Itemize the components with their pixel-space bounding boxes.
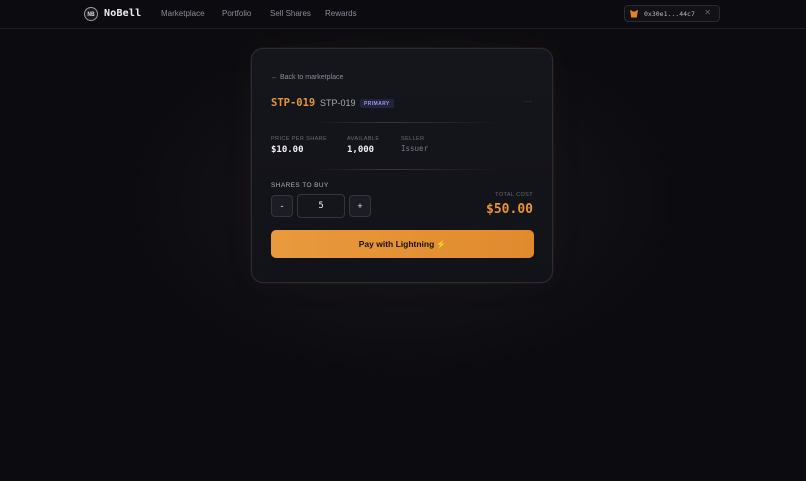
divider — [312, 122, 502, 123]
pay-button-label: Pay with Lightning — [358, 239, 435, 249]
nav-item-rewards[interactable]: Rewards — [325, 9, 357, 18]
seller-value: Issuer — [401, 144, 429, 153]
pay-with-lightning-button[interactable]: Pay with Lightning ⚡ — [271, 230, 534, 258]
available-label: AVAILABLE — [347, 136, 380, 142]
total-cost-value: $50.00 — [486, 202, 533, 217]
nav-item-portfolio[interactable]: Portfolio — [222, 9, 251, 18]
more-options-icon[interactable]: ··· — [524, 97, 532, 106]
available-value: 1,000 — [347, 145, 375, 155]
brand-logo[interactable]: NB — [84, 7, 98, 21]
price-per-share-value: $10.00 — [271, 145, 304, 155]
shares-to-buy-label: SHARES TO BUY — [271, 182, 329, 189]
price-per-share-label: PRICE PER SHARE — [271, 136, 328, 142]
lightning-bolt-icon: ⚡ — [436, 239, 447, 249]
increment-button[interactable]: + — [349, 195, 371, 217]
back-to-marketplace-link[interactable]: ← Back to marketplace — [271, 74, 343, 81]
asset-code: STP-019 — [271, 97, 316, 109]
quantity-input[interactable] — [297, 194, 345, 218]
metamask-fox-icon — [630, 9, 638, 18]
top-navigation-bar: NB NoBell Marketplace Portfolio Sell Sha… — [0, 0, 806, 29]
seller-label: SELLER — [401, 136, 425, 142]
close-icon[interactable]: ✕ — [704, 8, 711, 17]
purchase-card: ← Back to marketplace STP-019 STP-019 PR… — [251, 48, 553, 283]
wallet-button[interactable]: 0x30e1...44c7 ✕ — [624, 5, 720, 22]
decrement-button[interactable]: - — [271, 195, 293, 217]
nav-item-sell-shares[interactable]: Sell Shares — [270, 9, 311, 18]
brand-name[interactable]: NoBell — [104, 8, 141, 19]
asset-name: STP-019 — [320, 98, 356, 108]
divider — [312, 169, 502, 170]
primary-badge: PRIMARY — [360, 99, 394, 108]
wallet-address: 0x30e1...44c7 — [644, 9, 695, 18]
total-cost-label: TOTAL COST — [495, 192, 533, 198]
nav-item-marketplace[interactable]: Marketplace — [161, 9, 205, 18]
